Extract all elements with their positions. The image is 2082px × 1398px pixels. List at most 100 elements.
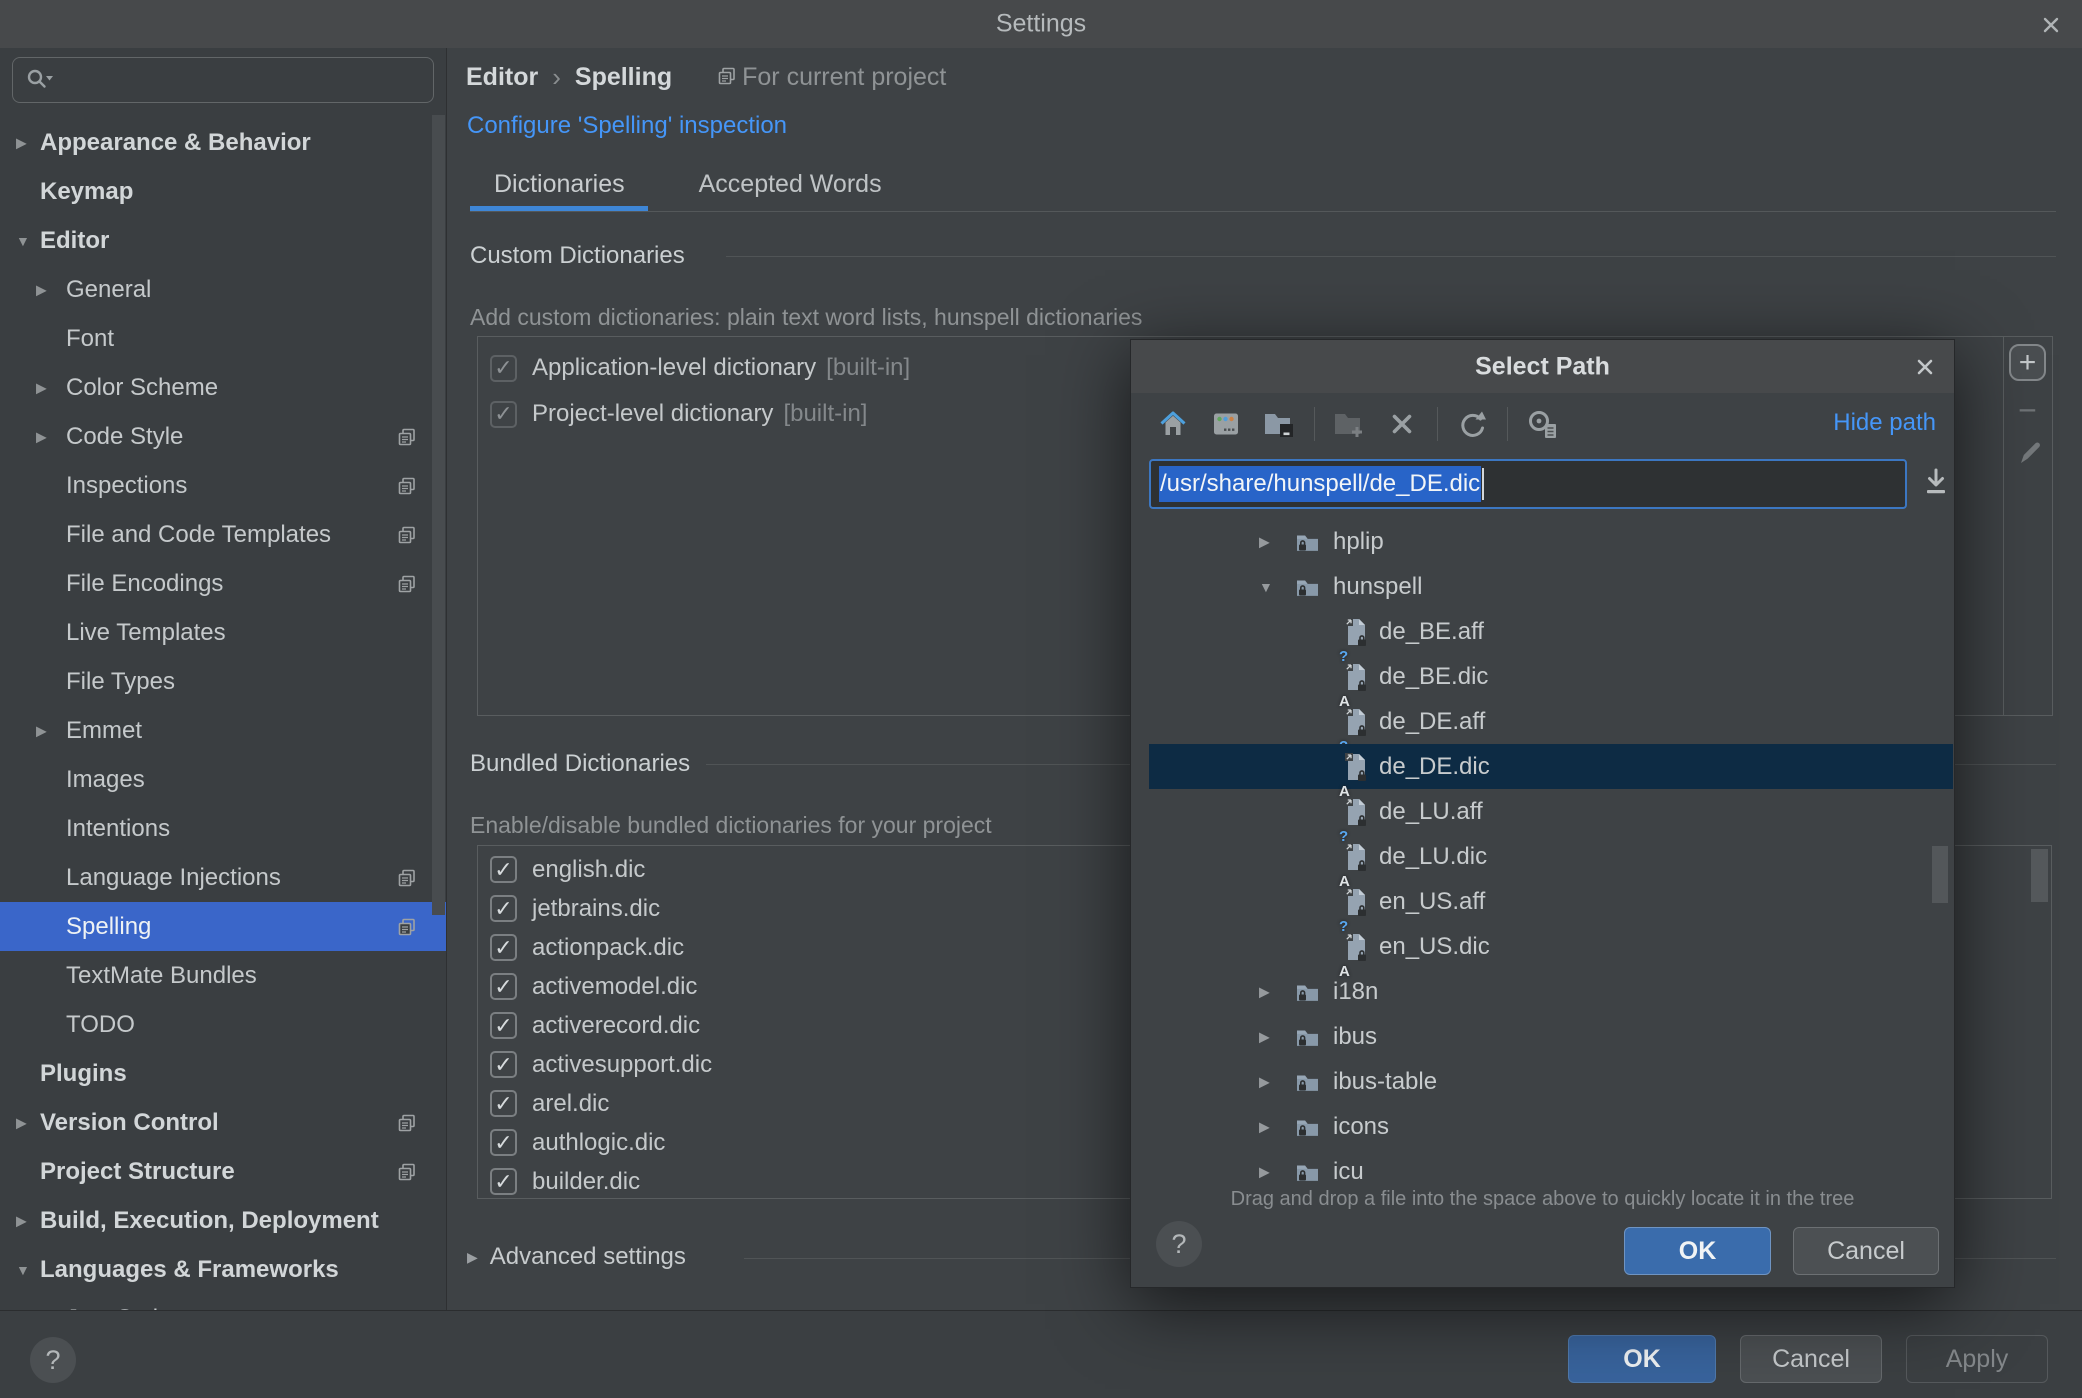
checkbox-english-dic[interactable]: ✓ bbox=[490, 856, 517, 883]
window-close-icon[interactable] bbox=[2038, 12, 2064, 38]
path-input[interactable]: /usr/share/hunspell/de_DE.dic bbox=[1149, 459, 1907, 509]
tree-item-en-us-dic[interactable]: Aen_US.dic bbox=[1149, 924, 1953, 979]
refresh-icon[interactable] bbox=[1454, 406, 1490, 442]
sidebar-item-color-scheme[interactable]: ▶ Color Scheme bbox=[0, 363, 446, 412]
sidebar-item-keymap[interactable]: Keymap bbox=[0, 167, 446, 216]
show-hidden-icon[interactable] bbox=[1524, 406, 1560, 442]
new-folder-icon[interactable] bbox=[1331, 406, 1367, 442]
bundled-dictionaries-description: Enable/disable bundled dictionaries for … bbox=[470, 812, 992, 838]
checkbox-actionpack-dic[interactable]: ✓ bbox=[490, 934, 517, 961]
sidebar-item-version-control[interactable]: ▶ Version Control bbox=[0, 1098, 446, 1147]
chevron-down-icon[interactable]: ▼ bbox=[16, 1262, 30, 1278]
chevron-right-icon[interactable]: ▶ bbox=[36, 428, 47, 445]
sidebar-item-javascript[interactable]: ▶JavaScript bbox=[0, 1294, 446, 1311]
chevron-right-icon[interactable]: ▶ bbox=[1259, 1028, 1270, 1045]
sidebar-item-textmate-bundles[interactable]: TextMate Bundles bbox=[0, 951, 446, 1000]
tree-item-ibus-table[interactable]: ▶ ibus-table bbox=[1149, 1059, 1953, 1104]
dialog-help-button[interactable]: ? bbox=[1156, 1221, 1202, 1267]
sidebar-item-spelling[interactable]: Spelling bbox=[0, 902, 446, 951]
tree-item-de-de-aff[interactable]: ? de_DE.aff bbox=[1149, 699, 1953, 754]
hide-path-link[interactable]: Hide path bbox=[1833, 409, 1936, 437]
dialog-toolbar bbox=[1155, 402, 1577, 446]
cancel-button[interactable]: Cancel bbox=[1740, 1335, 1882, 1383]
sidebar-item-project-structure[interactable]: Project Structure bbox=[0, 1147, 446, 1196]
chevron-right-icon[interactable]: ▶ bbox=[16, 1114, 27, 1131]
search-input[interactable] bbox=[12, 57, 434, 103]
tree-item-de-lu-dic[interactable]: Ade_LU.dic bbox=[1149, 834, 1953, 889]
tree-item-hplip[interactable]: ▶ hplip bbox=[1149, 519, 1953, 564]
chevron-down-icon[interactable]: ▼ bbox=[1259, 579, 1273, 595]
configure-inspection-link[interactable]: Configure 'Spelling' inspection bbox=[467, 112, 787, 140]
tree-item-ibus[interactable]: ▶ ibus bbox=[1149, 1014, 1953, 1059]
chevron-right-icon[interactable]: ▶ bbox=[16, 1212, 27, 1229]
chevron-right-icon[interactable]: ▶ bbox=[1259, 533, 1270, 550]
sidebar-item-file-and-code-templates[interactable]: File and Code Templates bbox=[0, 510, 446, 559]
bundled-list-scrollbar[interactable] bbox=[2031, 849, 2048, 902]
desktop-icon[interactable] bbox=[1208, 406, 1244, 442]
tree-item-de-lu-aff[interactable]: ? de_LU.aff bbox=[1149, 789, 1953, 844]
tree-item-icons[interactable]: ▶ icons bbox=[1149, 1104, 1953, 1149]
add-dictionary-button[interactable]: + bbox=[2009, 344, 2046, 381]
sidebar-item-file-encodings[interactable]: File Encodings bbox=[0, 559, 446, 608]
sidebar-scrollbar[interactable] bbox=[432, 115, 445, 915]
home-icon[interactable] bbox=[1155, 406, 1191, 442]
dialog-ok-button[interactable]: OK bbox=[1624, 1227, 1771, 1275]
remove-dictionary-button[interactable]: − bbox=[2009, 392, 2046, 428]
folder-icon bbox=[1295, 1072, 1320, 1092]
edit-dictionary-button[interactable] bbox=[2014, 437, 2042, 465]
tree-item-de-be-aff[interactable]: ? de_BE.aff bbox=[1149, 609, 1953, 664]
checkbox-arel-dic[interactable]: ✓ bbox=[490, 1090, 517, 1117]
tree-item-de-de-dic[interactable]: Ade_DE.dic bbox=[1149, 744, 1953, 799]
apply-button[interactable]: Apply bbox=[1906, 1335, 2048, 1383]
chevron-right-icon[interactable]: ▶ bbox=[36, 281, 47, 298]
chevron-down-icon[interactable]: ▼ bbox=[16, 233, 30, 249]
path-input-selected-text: /usr/share/hunspell/de_DE.dic bbox=[1159, 466, 1482, 502]
advanced-settings-toggle[interactable]: ▶ Advanced settings bbox=[467, 1243, 686, 1271]
tree-item-hunspell[interactable]: ▼ hunspell bbox=[1149, 564, 1953, 609]
chevron-right-icon[interactable]: ▶ bbox=[36, 379, 47, 396]
sidebar-item-appearance-behavior[interactable]: ▶ Appearance & Behavior bbox=[0, 118, 446, 167]
checkbox-authlogic-dic[interactable]: ✓ bbox=[490, 1129, 517, 1156]
checkbox-activerecord-dic[interactable]: ✓ bbox=[490, 1012, 517, 1039]
breadcrumb-editor[interactable]: Editor bbox=[466, 63, 538, 92]
dialog-cancel-button[interactable]: Cancel bbox=[1793, 1227, 1939, 1275]
delete-icon[interactable] bbox=[1384, 406, 1420, 442]
ok-button[interactable]: OK bbox=[1568, 1335, 1716, 1383]
chevron-right-icon[interactable]: ▶ bbox=[1259, 1118, 1270, 1135]
tree-item-en-us-aff[interactable]: ? en_US.aff bbox=[1149, 879, 1953, 934]
sidebar-item-emmet[interactable]: ▶ Emmet bbox=[0, 706, 446, 755]
checkbox-builder-dic[interactable]: ✓ bbox=[490, 1168, 517, 1195]
sidebar-item-images[interactable]: Images bbox=[0, 755, 446, 804]
sidebar-item-languages-frameworks[interactable]: ▼ Languages & Frameworks bbox=[0, 1245, 446, 1294]
locate-file-icon[interactable] bbox=[1921, 467, 1951, 497]
tree-item-de-be-dic[interactable]: Ade_BE.dic bbox=[1149, 654, 1953, 709]
sidebar-item-plugins[interactable]: Plugins bbox=[0, 1049, 446, 1098]
sidebar-item-intentions[interactable]: Intentions bbox=[0, 804, 446, 853]
checkbox-jetbrains-dic[interactable]: ✓ bbox=[490, 895, 517, 922]
sidebar-item-font[interactable]: Font bbox=[0, 314, 446, 363]
sidebar-item-build-execution-deployment[interactable]: ▶ Build, Execution, Deployment bbox=[0, 1196, 446, 1245]
tree-item-i18n[interactable]: ▶ i18n bbox=[1149, 969, 1953, 1014]
chevron-right-icon[interactable]: ▶ bbox=[1259, 1163, 1270, 1180]
sidebar-item-general[interactable]: ▶ General bbox=[0, 265, 446, 314]
chevron-right-icon[interactable]: ▶ bbox=[36, 722, 47, 739]
sidebar-item-todo[interactable]: TODO bbox=[0, 1000, 446, 1049]
sidebar-item-code-style[interactable]: ▶ Code Style bbox=[0, 412, 446, 461]
sidebar-item-inspections[interactable]: Inspections bbox=[0, 461, 446, 510]
chevron-right-icon[interactable]: ▶ bbox=[16, 134, 27, 151]
sidebar-item-live-templates[interactable]: Live Templates bbox=[0, 608, 446, 657]
tab-accepted-words[interactable]: Accepted Words bbox=[699, 170, 882, 199]
project-folder-icon[interactable] bbox=[1261, 406, 1297, 442]
chevron-right-icon[interactable]: ▶ bbox=[1259, 983, 1270, 1000]
chevron-right-icon[interactable]: ▶ bbox=[1259, 1073, 1270, 1090]
tree-item-icu[interactable]: ▶ icu bbox=[1149, 1149, 1953, 1184]
dialog-close-icon[interactable] bbox=[1912, 354, 1938, 380]
folder-icon bbox=[1295, 532, 1320, 552]
sidebar-item-language-injections[interactable]: Language Injections bbox=[0, 853, 446, 902]
help-button[interactable]: ? bbox=[30, 1337, 76, 1383]
sidebar-item-editor[interactable]: ▼ Editor bbox=[0, 216, 446, 265]
tab-dictionaries[interactable]: Dictionaries bbox=[494, 170, 625, 199]
checkbox-activesupport-dic[interactable]: ✓ bbox=[490, 1051, 517, 1078]
checkbox-activemodel-dic[interactable]: ✓ bbox=[490, 973, 517, 1000]
sidebar-item-file-types[interactable]: File Types bbox=[0, 657, 446, 706]
